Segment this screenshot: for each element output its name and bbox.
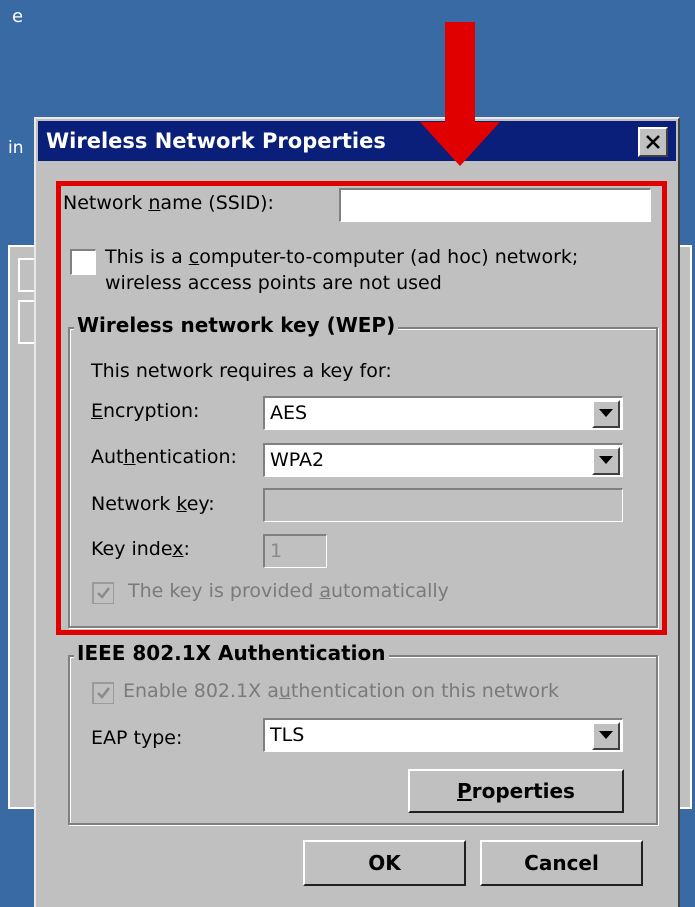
chevron-down-icon bbox=[599, 409, 613, 417]
close-icon bbox=[646, 135, 660, 149]
desktop-text-fragment: e bbox=[12, 6, 24, 27]
encryption-label: Encryption: bbox=[91, 400, 200, 422]
properties-button[interactable]: Properties bbox=[408, 769, 624, 813]
key-index-input[interactable]: 1 bbox=[263, 534, 327, 568]
eap-type-label: EAP type: bbox=[91, 727, 183, 749]
wep-group-title: Wireless network key (WEP) bbox=[74, 313, 399, 337]
adhoc-checkbox[interactable] bbox=[70, 249, 96, 275]
eap-type-dropdown-button[interactable] bbox=[592, 722, 620, 750]
encryption-dropdown-button[interactable] bbox=[592, 400, 620, 428]
title-bar[interactable]: Wireless Network Properties bbox=[38, 121, 676, 161]
auto-key-checkbox[interactable] bbox=[92, 582, 114, 604]
adhoc-label-line1: This is a computer-to-computer (ad hoc) … bbox=[105, 246, 579, 268]
check-icon bbox=[97, 687, 110, 699]
desktop-text-fragment: in bbox=[8, 138, 24, 158]
requires-key-label: This network requires a key for: bbox=[91, 360, 392, 382]
encryption-select[interactable]: AES bbox=[263, 396, 623, 430]
key-index-label: Key index: bbox=[91, 538, 190, 560]
ssid-label: Network name (SSID): bbox=[63, 192, 274, 214]
check-icon bbox=[97, 587, 110, 599]
red-arrow-annotation bbox=[420, 22, 500, 166]
authentication-label: Authentication: bbox=[91, 446, 237, 468]
authentication-select[interactable]: WPA2 bbox=[263, 443, 623, 477]
enable-8021x-checkbox[interactable] bbox=[92, 682, 114, 704]
ieee-group-title: IEEE 802.1X Authentication bbox=[74, 641, 389, 665]
encryption-value: AES bbox=[270, 402, 308, 424]
adhoc-label-line2: wireless access points are not used bbox=[105, 272, 442, 294]
chevron-down-icon bbox=[599, 456, 613, 464]
network-key-label: Network key: bbox=[91, 493, 215, 515]
eap-type-select[interactable]: TLS bbox=[263, 718, 623, 752]
enable-8021x-label: Enable 802.1X authentication on this net… bbox=[123, 680, 559, 702]
close-button[interactable] bbox=[638, 127, 668, 157]
authentication-value: WPA2 bbox=[270, 449, 325, 471]
authentication-dropdown-button[interactable] bbox=[592, 447, 620, 475]
auto-key-label: The key is provided automatically bbox=[128, 580, 449, 602]
dialog-title: Wireless Network Properties bbox=[46, 129, 386, 153]
network-key-input[interactable] bbox=[263, 488, 623, 522]
ssid-input[interactable] bbox=[339, 188, 651, 222]
chevron-down-icon bbox=[599, 731, 613, 739]
ok-button[interactable]: OK bbox=[303, 840, 466, 886]
cancel-button[interactable]: Cancel bbox=[480, 840, 643, 886]
eap-type-value: TLS bbox=[270, 724, 305, 746]
